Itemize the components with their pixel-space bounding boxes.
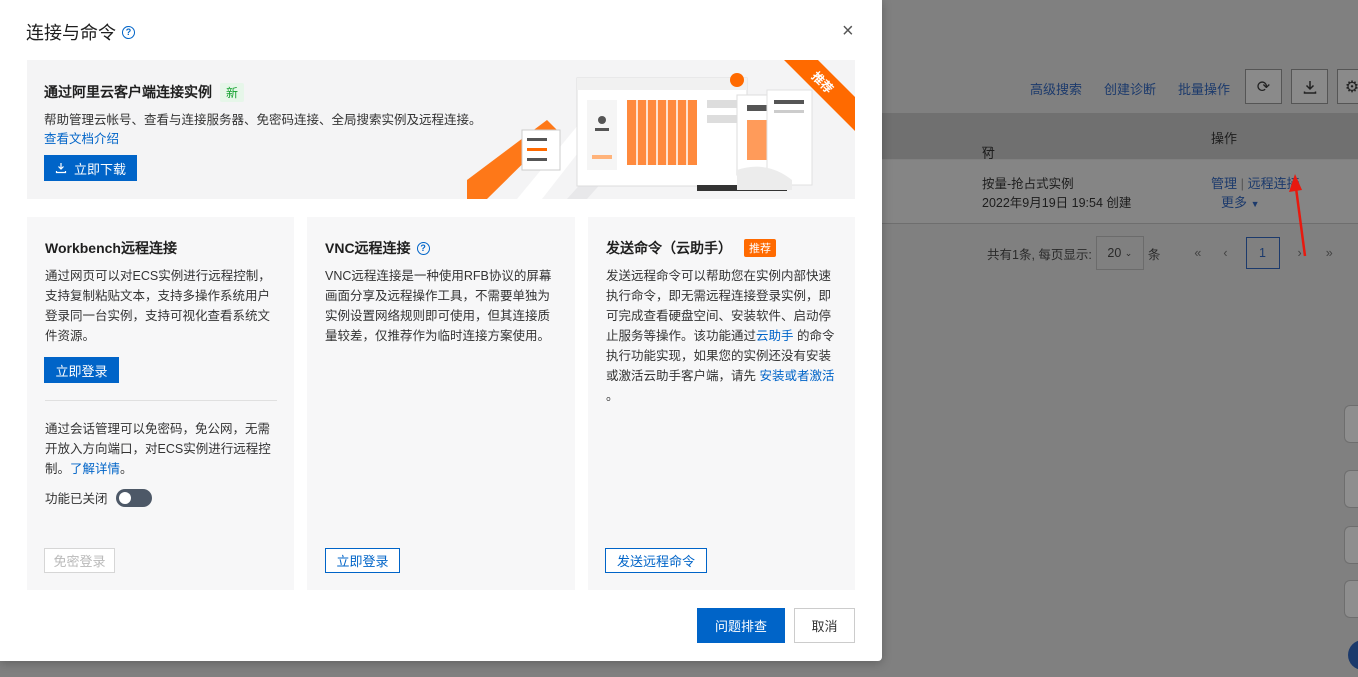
refresh-icon: ⟳ — [1256, 78, 1271, 96]
banner-illustration — [467, 73, 813, 199]
first-page-icon[interactable]: « — [1194, 246, 1201, 260]
filter-icon[interactable]: ▽ — [982, 143, 992, 159]
command-title: 发送命令（云助手） 推荐 — [606, 238, 776, 258]
refresh-button[interactable]: ⟳ — [1245, 69, 1282, 104]
command-description: 发送远程命令可以帮助您在实例内部快速执行命令，即无需远程连接登录实例，即可完成查… — [606, 269, 835, 403]
side-tab[interactable] — [1344, 580, 1358, 618]
divider — [45, 400, 277, 401]
toggle-label: 功能已关闭 — [45, 492, 108, 506]
help-float-button[interactable] — [1348, 640, 1358, 670]
page-size-select[interactable]: 20 ⌄ — [1095, 236, 1144, 270]
cancel-button[interactable]: 取消 — [794, 608, 855, 643]
vnc-login-button[interactable]: 立即登录 — [325, 548, 400, 573]
vnc-card: VNC远程连接 ? VNC远程连接是一种使用RFB协议的屏幕画面分享及远程操作工… — [307, 217, 575, 590]
last-page-icon[interactable]: » — [1326, 246, 1333, 260]
billing-type: 按量-抢占式实例 — [982, 177, 1074, 191]
send-command-button[interactable]: 发送远程命令 — [605, 548, 707, 573]
passwordless-login-button: 免密登录 — [44, 548, 115, 573]
session-toggle-row: 功能已关闭 — [45, 488, 152, 507]
banner-description: 帮助管理云帐号、查看与连接服务器、免密码连接、全局搜索实例及远程连接。 — [44, 113, 482, 127]
dialog-title: 连接与命令 ? — [26, 19, 135, 45]
command-card: 发送命令（云助手） 推荐 发送远程命令可以帮助您在实例内部快速执行命令，即无需远… — [588, 217, 855, 590]
side-tab[interactable] — [1344, 470, 1358, 508]
help-icon[interactable]: ? — [416, 241, 430, 255]
recommend-badge: 推荐 — [744, 239, 776, 257]
vnc-description: VNC远程连接是一种使用RFB协议的屏幕画面分享及远程操作工具，不需要单独为实例… — [325, 269, 552, 343]
workbench-card: Workbench远程连接 通过网页可以对ECS实例进行远程控制，支持复制粘贴文… — [27, 217, 294, 590]
create-diagnosis-link[interactable]: 创建诊断 — [1104, 79, 1156, 98]
troubleshoot-button[interactable]: 问题排查 — [697, 608, 785, 643]
total-text: 共有1条, 每页显示: — [987, 247, 1092, 262]
batch-operation-link[interactable]: 批量操作 — [1178, 79, 1230, 98]
settings-button[interactable]: ⚙ — [1337, 69, 1358, 104]
manage-link[interactable]: 管理 — [1211, 176, 1237, 191]
workbench-title: Workbench远程连接 — [45, 240, 177, 256]
learn-more-link[interactable]: 了解详情 — [70, 462, 120, 476]
page-size-unit: 条 — [1147, 247, 1161, 262]
prev-page-icon[interactable]: ‹ — [1223, 246, 1227, 260]
side-tab[interactable] — [1344, 526, 1358, 564]
banner-title: 通过阿里云客户端连接实例 新 — [44, 82, 245, 102]
created-time: 2022年9月19日 19:54 创建 — [982, 196, 1132, 210]
red-arrow-annotation — [1289, 174, 1307, 257]
table-header: 付费方式 ▽ 操作 — [882, 113, 1358, 218]
download-icon — [55, 163, 67, 174]
close-icon[interactable]: × — [842, 20, 854, 43]
gear-icon: ⚙ — [1344, 78, 1358, 96]
vnc-title: VNC远程连接 ? — [325, 238, 430, 258]
chevron-down-icon: ▼ — [1250, 199, 1260, 209]
cloud-assistant-link[interactable]: 云助手 — [756, 329, 794, 343]
pagination: 共有1条, 每页显示: 20 ⌄ 条 « ‹ 1 › » — [987, 236, 1333, 270]
session-description: 通过会话管理可以免密码，免公网，无需开放入方向端口，对ECS实例进行远程控制。了… — [45, 422, 271, 476]
install-activate-link[interactable]: 安装或者激活 — [759, 369, 834, 383]
advanced-search-link[interactable]: 高级搜索 — [1030, 79, 1082, 98]
workbench-login-button[interactable]: 立即登录 — [44, 357, 119, 383]
connect-command-dialog: 连接与命令 ? × 通过阿里云客户端连接实例 新 帮助管理云帐号、查看与连接服务… — [0, 0, 882, 661]
client-banner: 通过阿里云客户端连接实例 新 帮助管理云帐号、查看与连接服务器、免密码连接、全局… — [27, 60, 855, 199]
chevron-down-icon: ⌄ — [1124, 247, 1133, 258]
background-toolbar: 高级搜索 创建诊断 批量操作 — [1030, 79, 1230, 98]
new-badge: 新 — [220, 82, 245, 102]
page-1-button[interactable]: 1 — [1245, 237, 1280, 269]
session-toggle[interactable] — [115, 488, 152, 507]
side-tab[interactable] — [1344, 405, 1358, 443]
workbench-description: 通过网页可以对ECS实例进行远程控制，支持复制粘贴文本，支持多操作系统用户登录同… — [45, 269, 271, 343]
more-dropdown[interactable]: 更多 — [1221, 195, 1247, 210]
export-button[interactable] — [1291, 69, 1328, 104]
table-row: 按量-抢占式实例 2022年9月19日 19:54 创建 管理 | 远程连接 更… — [882, 160, 1358, 224]
doc-link[interactable]: 查看文档介绍 — [44, 128, 119, 147]
header-actions: 操作 — [1211, 131, 1238, 146]
download-icon — [1303, 80, 1316, 94]
download-button[interactable]: 立即下载 — [44, 155, 137, 181]
help-icon[interactable]: ? — [122, 25, 135, 39]
